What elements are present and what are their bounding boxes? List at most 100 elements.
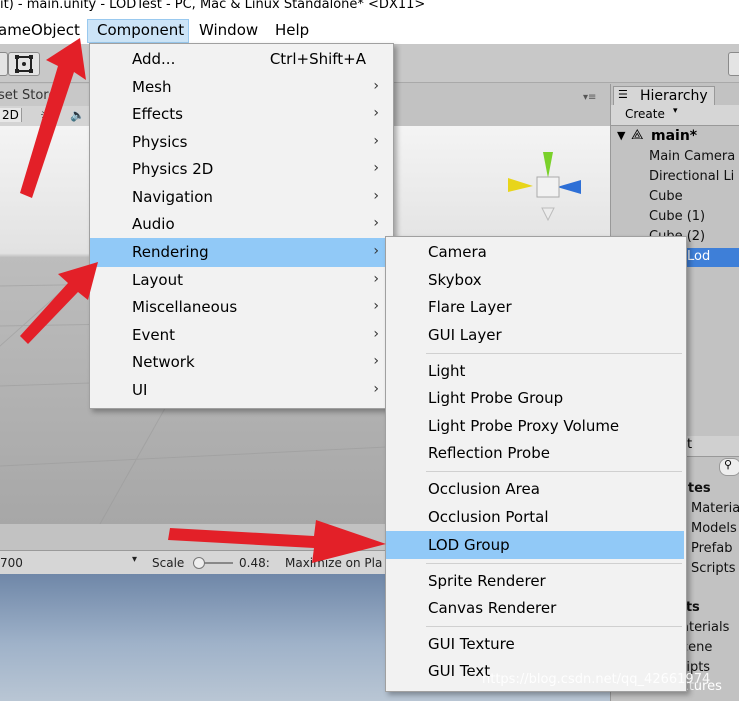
submenu-item-lod-group[interactable]: LOD Group [386,531,684,559]
scale-label: Scale [152,556,185,570]
menu-item-layout[interactable]: Layout › [90,267,391,294]
menu-item-label: Network [132,353,195,371]
submenu-item-camera[interactable]: Camera [386,239,684,266]
submenu-item-label: Light [428,362,466,380]
submenu-item-canvas-renderer[interactable]: Canvas Renderer [386,595,684,622]
submenu-item-flare-layer[interactable]: Flare Layer [386,294,684,321]
menu-help[interactable]: Help [275,21,309,39]
menu-item-physics[interactable]: Physics › [90,129,391,156]
menu-item-label: Miscellaneous [132,298,238,316]
hierarchy-item[interactable]: Main Camera [649,149,735,164]
submenu-arrow-icon: › [373,188,379,204]
menu-item-audio[interactable]: Audio › [90,211,391,238]
expand-arrow-icon[interactable]: ▼ [617,129,625,142]
hierarchy-item[interactable]: Cube [649,189,683,204]
submenu-item-occlusion-area[interactable]: Occlusion Area [386,476,684,503]
menu-item-label: Physics [132,133,188,151]
menu-separator [426,471,682,472]
menu-item-label: Mesh [132,78,172,96]
rendering-submenu: Camera Skybox Flare Layer GUI Layer Ligh… [385,236,687,692]
create-dropdown[interactable]: Create [625,107,665,121]
asset-folder[interactable]: aterials [681,620,729,635]
hierarchy-item-selected[interactable]: Lod [687,249,710,264]
submenu-item-label: GUI Layer [428,326,502,344]
menu-item-mesh[interactable]: Mesh › [90,74,391,101]
tool-button[interactable] [0,52,8,76]
toggle-2d-button[interactable]: 2D [0,108,22,122]
rect-tool-button[interactable] [8,52,40,76]
hierarchy-toolbar: Create ▾ [611,105,739,126]
submenu-item-label: Skybox [428,271,482,289]
menu-item-rendering[interactable]: Rendering › [90,238,391,267]
hierarchy-tab[interactable]: ☰ Hierarchy [613,86,715,105]
submenu-item-label: Flare Layer [428,298,512,316]
scale-slider-thumb[interactable] [193,557,205,569]
create-dropdown-icon[interactable]: ▾ [673,106,678,116]
menu-item-label: Layout [132,271,183,289]
submenu-item-gui-texture[interactable]: GUI Texture [386,631,684,658]
menu-item-label: Audio [132,215,175,233]
hierarchy-item[interactable]: Cube (1) [649,209,705,224]
menu-item-physics-2d[interactable]: Physics 2D › [90,156,391,183]
menu-item-label: Navigation [132,188,213,206]
hierarchy-icon: ☰ [618,88,628,101]
menu-item-add[interactable]: Add... Ctrl+Shift+A [90,46,391,73]
audio-toggle-icon[interactable]: 🔈 [70,108,85,122]
menu-item-label: UI [132,381,148,399]
hierarchy-item[interactable]: Directional Li [649,169,734,184]
scene-tab[interactable]: set Store [0,84,90,106]
favorite-item[interactable]: Materia [691,501,739,516]
maximize-on-play-toggle[interactable]: Maximize on Pla [285,556,382,570]
scene-tab-label: set Store [0,88,57,103]
project-search-icon[interactable]: ⚲ [719,458,739,476]
submenu-arrow-icon: › [373,78,379,94]
menu-item-miscellaneous[interactable]: Miscellaneous › [90,294,391,321]
scene-toolbar: 2D ☀ 🔈 [0,106,90,127]
menu-separator [426,563,682,564]
scene-name[interactable]: main* [651,128,697,144]
panel-menu-icon[interactable]: ▾≡ [583,92,596,103]
favorite-item[interactable]: Prefab [691,541,732,556]
menu-item-effects[interactable]: Effects › [90,101,391,128]
menu-component[interactable]: Component [97,21,184,39]
menu-item-navigation[interactable]: Navigation › [90,184,391,211]
menu-item-label: Effects [132,105,183,123]
submenu-item-reflection-probe[interactable]: Reflection Probe [386,440,684,467]
favorite-item[interactable]: Scripts [691,561,735,576]
submenu-item-skybox[interactable]: Skybox [386,267,684,294]
submenu-item-label: Sprite Renderer [428,572,546,590]
menu-item-event[interactable]: Event › [90,322,391,349]
menu-gameobject[interactable]: ameObject [0,21,80,39]
layout-dropdown[interactable] [728,52,739,76]
submenu-item-occlusion-portal[interactable]: Occlusion Portal [386,504,684,531]
submenu-item-gui-layer[interactable]: GUI Layer [386,322,684,349]
submenu-item-light-probe-proxy-volume[interactable]: Light Probe Proxy Volume [386,413,684,440]
favorite-item[interactable]: Models [691,521,737,536]
submenu-item-label: GUI Text [428,662,491,680]
submenu-arrow-icon: › [373,271,379,287]
menu-item-label: Event [132,326,175,344]
submenu-item-label: Light Probe Proxy Volume [428,417,620,435]
submenu-item-sprite-renderer[interactable]: Sprite Renderer [386,568,684,595]
menu-item-ui[interactable]: UI › [90,377,391,404]
submenu-item-light-probe-group[interactable]: Light Probe Group [386,385,684,412]
scene-gizmo-icon[interactable] [505,150,585,225]
submenu-arrow-icon: › [373,243,379,259]
submenu-item-light[interactable]: Light [386,358,684,385]
menu-item-network[interactable]: Network › [90,349,391,376]
lighting-toggle-icon[interactable]: ☀ [40,108,51,122]
resolution-value[interactable]: 700 [0,556,23,570]
resolution-dropdown-icon[interactable]: ▾ [132,554,137,565]
menu-separator [426,353,682,354]
submenu-item-label: Occlusion Portal [428,508,549,526]
submenu-arrow-icon: › [373,381,379,397]
window-title-bar: it) - main.unity - LODTest - PC, Mac & L… [0,0,739,16]
menu-window[interactable]: Window [199,21,258,39]
submenu-arrow-icon: › [373,215,379,231]
submenu-item-label: LOD Group [428,536,510,554]
menu-item-label: Rendering [132,243,209,261]
submenu-item-label: Reflection Probe [428,444,550,462]
submenu-item-label: Light Probe Group [428,389,564,407]
submenu-item-label: Canvas Renderer [428,599,557,617]
submenu-item-label: Occlusion Area [428,480,540,498]
